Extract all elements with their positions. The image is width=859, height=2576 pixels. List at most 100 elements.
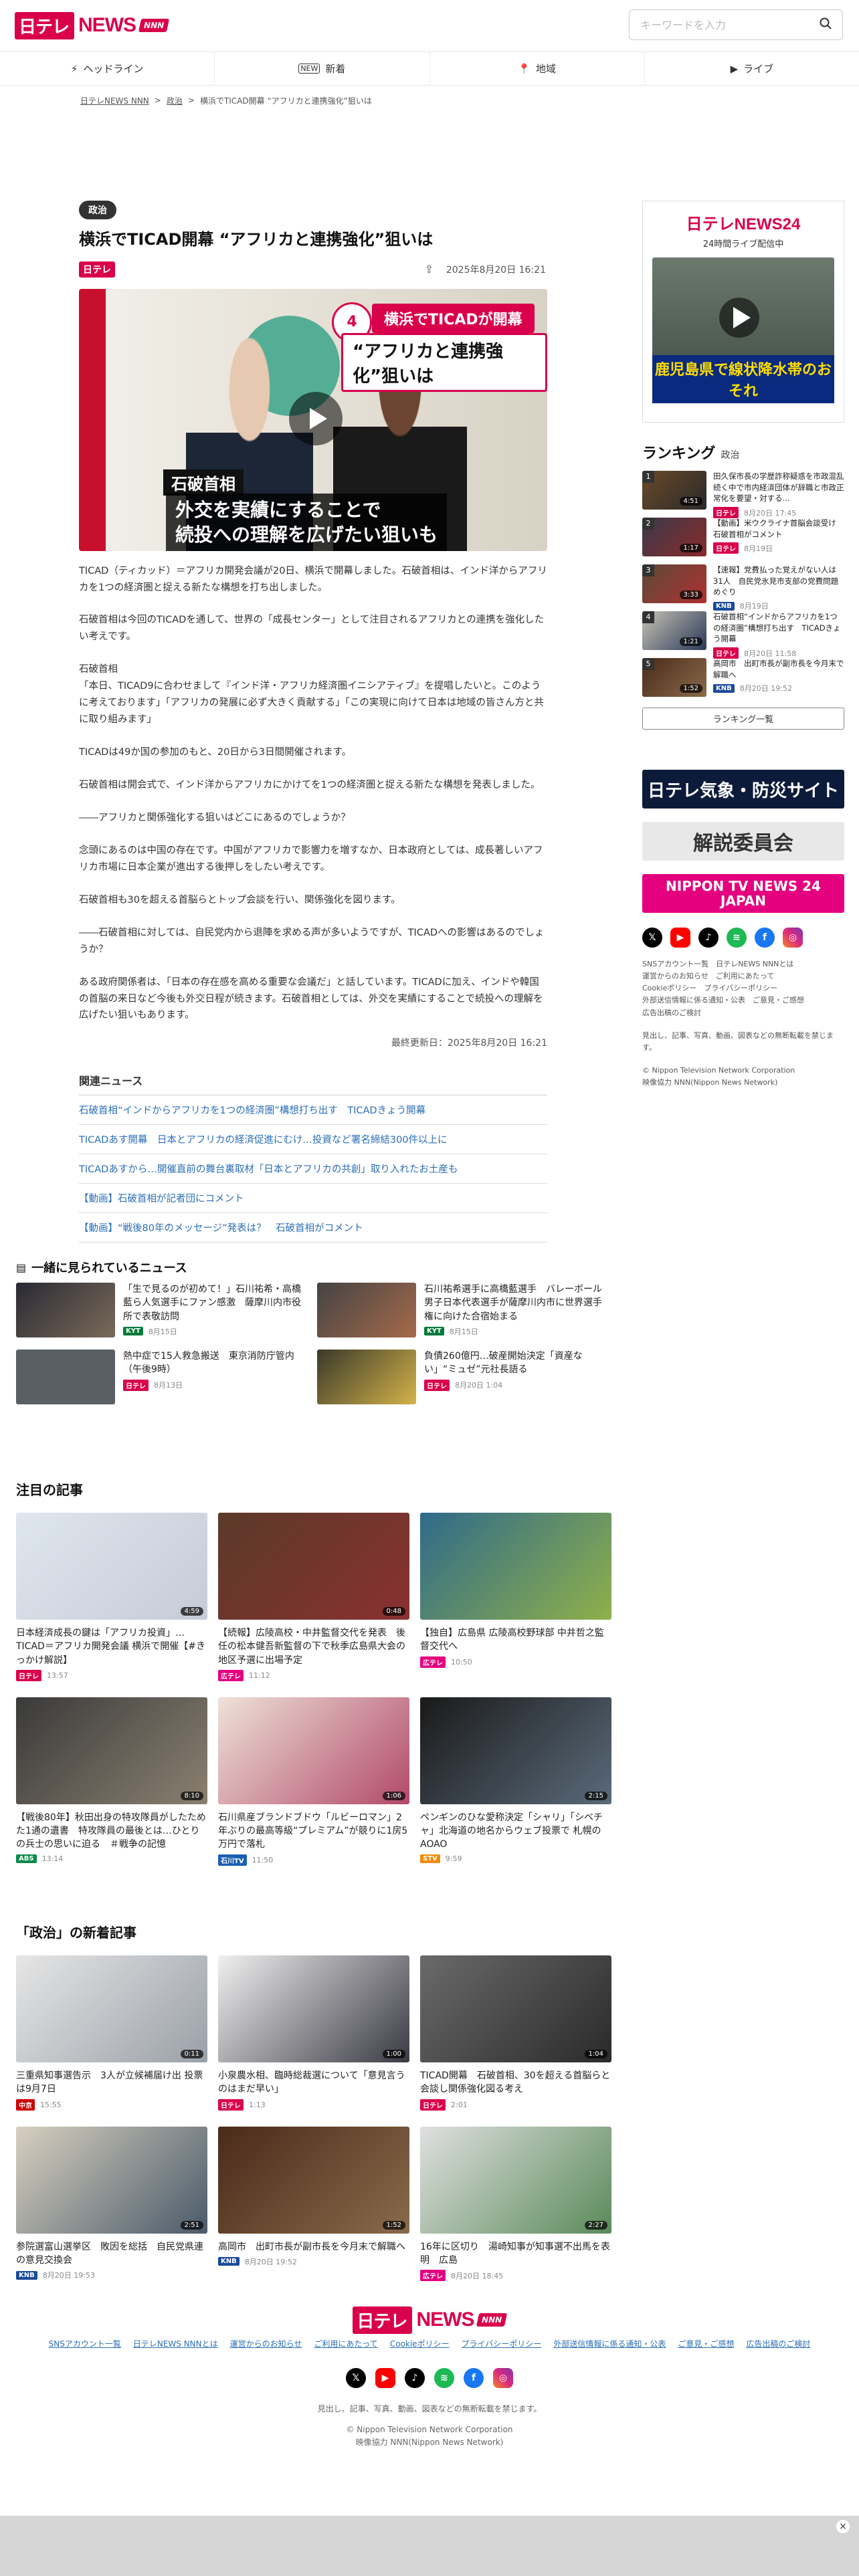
related-link[interactable]: 【動画】“戦後80年のメッセージ”発表は？ 石破首相がコメント	[79, 1213, 547, 1243]
news-card[interactable]: 2:27 16年に区切り 湯崎知事が知事選不出馬を表明 広島 広テレ 8月20日 …	[420, 2126, 611, 2282]
ranking-item[interactable]: 4 1:21 石破首相“インドからアフリカを1つの経済圏”構想打ち出す TICAD…	[642, 611, 844, 659]
news-card[interactable]: 0:11 三重県知事選告示 3人が立候補届け出 投票は9月7日 中京 15:55	[16, 1955, 207, 2111]
breadcrumb-category[interactable]: 政治	[167, 95, 183, 106]
footer-logo[interactable]: 日テレ NEWS NNN	[0, 2295, 859, 2334]
footer-link[interactable]: 日テレNEWS NNNとは	[133, 2338, 218, 2349]
source-logo: KNB	[713, 683, 735, 693]
nav-live[interactable]: ▶ ライブ	[645, 52, 859, 85]
category-tag[interactable]: 政治	[79, 201, 116, 219]
play-icon[interactable]	[719, 298, 759, 338]
card-date: 8月20日 19:52	[244, 2257, 297, 2266]
card-date: 8月19日	[739, 602, 769, 611]
instagram-icon[interactable]: ◎	[783, 928, 803, 948]
sidebar-notice: 見出し、記事、写真、動画、図表などの無断転載を禁じます。	[642, 1031, 834, 1052]
card-title: 【速報】党費払った覚えがない人は31人 自民党氷見市支部の党費問題めぐり	[713, 565, 839, 597]
related-link[interactable]: TICADあすから…開催直前の舞台裏取材「日本とアフリカの共創」取り入れたお土産…	[79, 1154, 547, 1184]
footer-link[interactable]: ご意見・ご感想	[678, 2338, 734, 2349]
ranking-item[interactable]: 3 3:33 【速報】党費払った覚えがない人は31人 自民党氷見市支部の党費問題め…	[642, 564, 844, 611]
weather-banner[interactable]: 日テレ気象・防災サイト	[642, 770, 844, 809]
article-body: TICAD（ティカッド）＝アフリカ開発会議が20日、横浜で開幕しました。石破首相…	[79, 563, 547, 1025]
copyright-line: 映像協力 NNN(Nippon News Network)	[355, 2438, 504, 2448]
duration-badge: 2:51	[180, 2220, 203, 2230]
share-icon[interactable]: ⇪	[425, 263, 434, 276]
facebook-icon[interactable]: f	[755, 928, 775, 948]
play-icon[interactable]	[289, 391, 343, 445]
news-card[interactable]: 2:15 ペンギンのひな愛称決定「シャリ」「シベチャ」北海道の地名からウェブ投票…	[420, 1697, 611, 1866]
close-icon[interactable]: ×	[836, 2520, 850, 2533]
card-meta: 日テレ 2:01	[420, 2099, 611, 2111]
news-card[interactable]: 1:52 高岡市 出町市長が副市長を今月末で解職へ KNB 8月20日 19:52	[218, 2126, 409, 2282]
news-card[interactable]: 負債260億円…破産開始決定「資産ない」“ミュゼ”元社長語る 日テレ 8月20日 …	[317, 1350, 605, 1404]
ad-banner[interactable]: ×	[0, 2516, 859, 2576]
ranking-item[interactable]: 1 4:51 田久保市長の学歴詐称疑惑を市政混乱続く中で市内経済団体が辞職と市政正…	[642, 471, 844, 519]
footer-link[interactable]: Cookieポリシー	[390, 2338, 450, 2349]
news-card[interactable]: 0:48 【続報】広陵高校・中井監督交代を発表 後任の松本健吾新監督の下で秋季広…	[218, 1513, 409, 1681]
nav-region[interactable]: 📍 地域	[430, 52, 645, 85]
news-card[interactable]: 【独自】広島県 広陵高校野球部 中井哲之監督交代へ 広テレ 10:50	[420, 1513, 611, 1681]
paragraph: ――アフリカと関係強化する狙いはどこにあるのでしょうか？	[79, 812, 351, 823]
source-logo: 日テレ	[218, 2099, 244, 2111]
source-logo: 日テレ	[713, 647, 739, 659]
footer-link[interactable]: ご利用にあたって	[314, 2338, 377, 2349]
logo-nnn: NNN	[138, 19, 170, 32]
x-icon[interactable]: 𝕏	[346, 2368, 366, 2388]
related-link[interactable]: TICADあす開幕 日本とアフリカの経済促進にむけ…投資など署名締結300件以上…	[79, 1125, 547, 1155]
card-date: 8月20日 19:52	[739, 684, 792, 693]
live-stream-card[interactable]: 日テレNEWS24 24時間ライブ配信中 鹿児島県で線状降水帯のおそれ	[642, 201, 844, 423]
sidebar-links[interactable]: SNSアカウント一覧 日テレNEWS NNNとは 運営からのお知らせ ご利用にあ…	[642, 958, 844, 1019]
source-logo: 広テレ	[218, 1669, 244, 1681]
tiktok-icon[interactable]: ♪	[698, 928, 719, 948]
nav-new[interactable]: NEW 新着	[215, 52, 430, 85]
source-logo: 日テレ	[424, 1379, 450, 1391]
nav-headline[interactable]: ⚡ ヘッドライン	[0, 52, 215, 85]
ranking-more-button[interactable]: ランキング一覧	[642, 708, 844, 730]
ranking-item[interactable]: 2 1:17 【動画】米ウクライナ首脳会談受け 石破首相がコメント 日テレ 8月19…	[642, 518, 844, 556]
youtube-icon[interactable]: ▶	[375, 2368, 395, 2388]
footer-link[interactable]: 外部送信情報に係る通知・公表	[553, 2338, 666, 2349]
section-title: 一緒に見られているニュース	[31, 1261, 187, 1275]
news-card[interactable]: 2:51 参院選富山選挙区 敗因を総括 自民党県連の意見交換会 KNB 8月20日…	[16, 2126, 207, 2282]
duration-badge: 1:06	[382, 1791, 405, 1800]
search-icon[interactable]	[820, 17, 832, 32]
news-card[interactable]: 「生で見るのが初めて！」石川祐希・高橋藍ら人気選手にファン感激 薩摩川内市役所で…	[16, 1283, 304, 1337]
thumbnail: 8:10	[16, 1697, 207, 1804]
tiktok-icon[interactable]: ♪	[405, 2368, 425, 2388]
breadcrumb-home[interactable]: 日テレNEWS NNN	[80, 95, 149, 106]
card-title: 16年に区切り 湯崎知事が知事選不出馬を表明 広島	[420, 2241, 610, 2266]
source-logo: STV	[420, 1854, 440, 1863]
news-card[interactable]: 4:59 日本経済成長の鍵は「アフリカ投資」…TICAD＝アフリカ開発会議 横浜…	[16, 1513, 207, 1681]
news-card[interactable]: 1:00 小泉農水相、臨時総裁選について「意見言うのはまだ早い」 日テレ 1:13	[218, 1955, 409, 2111]
thumbnail: 1:06	[218, 1697, 409, 1804]
article-date: 2025年8月20日 16:21	[446, 264, 546, 276]
footer-link[interactable]: プライバシーポリシー	[462, 2338, 542, 2349]
site-logo[interactable]: 日テレ NEWS NNN	[15, 11, 170, 39]
footer-link[interactable]: 運営からのお知らせ	[230, 2338, 302, 2349]
instagram-icon[interactable]: ◎	[493, 2368, 513, 2388]
card-meta: 日テレ 8月19日	[713, 542, 844, 554]
search-input[interactable]	[640, 18, 820, 31]
news-card[interactable]: 1:06 石川県産ブランドブドウ「ルビーロマン」2年ぶりの最高等級“プレミアム”…	[218, 1697, 409, 1866]
news24-banner[interactable]: NIPPON TV NEWS 24 JAPAN	[642, 874, 844, 913]
spotify-icon[interactable]: ≋	[434, 2368, 454, 2388]
hero-caption-line: 外交を実績にすることで	[175, 498, 381, 521]
card-meta: 日テレ 1:13	[218, 2099, 409, 2111]
x-icon[interactable]: 𝕏	[642, 928, 662, 948]
card-title: 田久保市長の学歴詐称疑惑を市政混乱続く中で市内経済団体が辞職と市政正常化を要望・…	[713, 471, 844, 504]
ranking-item[interactable]: 5 1:52 高岡市 出町市長が副市長を今月末で解職へ KNB 8月20日 19:5…	[642, 658, 844, 697]
commentary-banner[interactable]: 解説委員会	[642, 822, 844, 861]
related-link[interactable]: 石破首相“インドからアフリカを1つの経済圏”構想打ち出す TICADきょう開幕	[79, 1095, 547, 1125]
news-card[interactable]: 石川祐希選手に高橋藍選手 バレーボール男子日本代表選手が薩摩川内市に世界選手権に…	[317, 1283, 605, 1337]
source-logo: ABS	[16, 1854, 37, 1863]
news-card[interactable]: 熱中症で15人救急搬送 東京消防庁管内（午後9時） 日テレ 8月13日	[16, 1350, 304, 1404]
related-link[interactable]: 【動画】石破首相が記者団にコメント	[79, 1184, 547, 1214]
youtube-icon[interactable]: ▶	[670, 928, 690, 948]
footer-link[interactable]: 広告出稿のご検討	[746, 2338, 810, 2349]
news-card[interactable]: 1:04 TICAD開幕 石破首相、30を超える首脳らと会談し関係強化図る考え …	[420, 1955, 611, 2111]
hero-video[interactable]: 4 横浜でTICADが開幕 “アフリカと連携強化”狙いは 石破首相 外交を実績に…	[79, 288, 547, 551]
thumbnail	[317, 1283, 416, 1337]
news-card[interactable]: 8:10 【戦後80年】秋田出身の特攻隊員がしたためた1通の遺書 特攻隊員の最後…	[16, 1697, 207, 1866]
spotify-icon[interactable]: ≋	[727, 928, 747, 948]
footer-link[interactable]: SNSアカウント一覧	[49, 2338, 121, 2349]
facebook-icon[interactable]: f	[464, 2368, 484, 2388]
source-logo: 日テレ	[420, 2099, 446, 2111]
